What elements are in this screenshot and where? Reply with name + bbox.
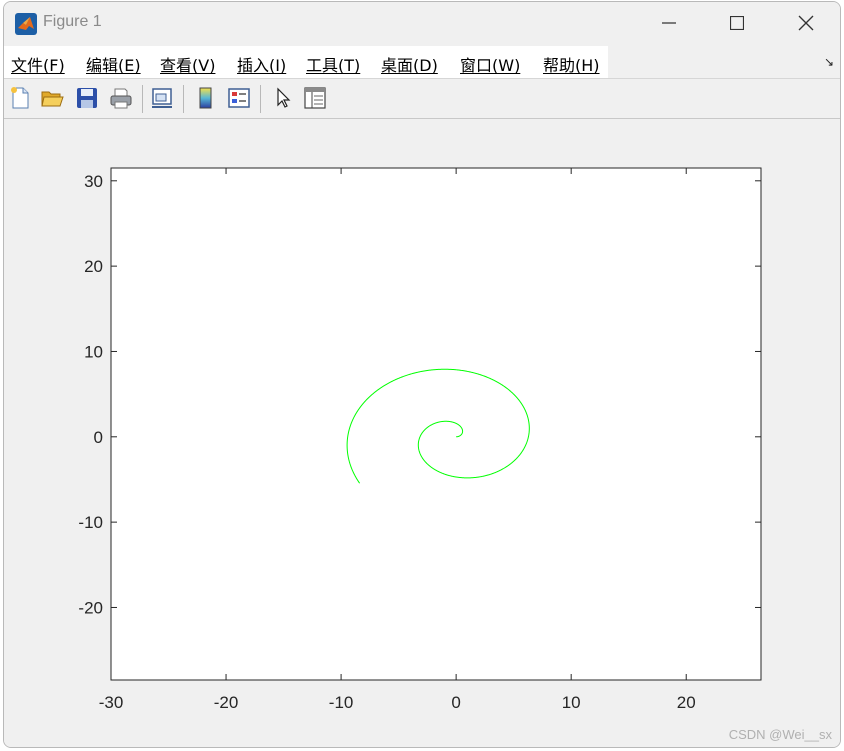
minimize-button[interactable]	[635, 2, 703, 44]
pointer-arrow-icon	[277, 87, 291, 108]
close-button[interactable]	[772, 2, 840, 44]
new-figure-button[interactable]	[7, 85, 33, 111]
axes-background	[111, 168, 761, 680]
property-inspector-icon	[304, 87, 326, 109]
maximize-icon	[730, 16, 744, 30]
save-button[interactable]	[74, 85, 100, 111]
x-tick-label: -30	[99, 693, 124, 712]
property-inspector-button[interactable]	[302, 85, 328, 111]
menu-desktop[interactable]: 桌面(D)	[381, 52, 438, 76]
link-plot-button[interactable]	[149, 85, 175, 111]
legend-icon	[228, 88, 250, 108]
figure-window: Figure 1 文件(F) 编辑(E) 查看(V) 插入(I) 工具(T) 桌…	[3, 1, 841, 748]
menu-bar: 文件(F) 编辑(E) 查看(V) 插入(I) 工具(T) 桌面(D) 窗口(W…	[4, 46, 840, 79]
menu-window[interactable]: 窗口(W)	[460, 52, 520, 76]
x-tick-label: 10	[562, 693, 581, 712]
minimize-icon	[662, 22, 676, 24]
dock-arrow-icon[interactable]: ↘	[824, 55, 834, 69]
open-folder-icon	[41, 91, 64, 107]
y-tick-label: -20	[78, 598, 103, 617]
menu-insert[interactable]: 插入(I)	[237, 52, 286, 76]
y-tick-label: 20	[84, 257, 103, 276]
watermark: CSDN @Wei__sx	[728, 727, 832, 742]
toolbar	[4, 79, 840, 119]
figure-canvas[interactable]: -30 -20 -10 0 10 20 -20 -10 0 10 20 30	[4, 119, 841, 748]
y-tick-label: -10	[78, 513, 103, 532]
new-file-icon	[11, 87, 29, 109]
close-icon	[798, 15, 814, 31]
x-tick-label: 0	[451, 693, 460, 712]
save-icon	[77, 88, 97, 108]
y-tick-label: 30	[84, 172, 103, 191]
x-tick-label: -10	[329, 693, 354, 712]
open-file-button[interactable]	[39, 85, 65, 111]
menu-edit[interactable]: 编辑(E)	[86, 52, 141, 76]
menu-file[interactable]: 文件(F)	[11, 52, 65, 76]
menu-strip: 文件(F) 编辑(E) 查看(V) 插入(I) 工具(T) 桌面(D) 窗口(W…	[4, 46, 608, 78]
menu-help[interactable]: 帮助(H)	[543, 52, 600, 76]
toolbar-separator	[142, 85, 143, 113]
title-bar[interactable]: Figure 1	[4, 2, 840, 44]
colorbar-button[interactable]	[193, 85, 219, 111]
legend-button[interactable]	[226, 85, 252, 111]
matlab-logo-icon	[15, 13, 37, 35]
window-title: Figure 1	[43, 13, 102, 30]
link-plot-icon	[152, 88, 172, 108]
y-tick-label: 10	[84, 342, 103, 361]
menu-view[interactable]: 查看(V)	[160, 52, 215, 76]
print-icon	[110, 88, 132, 109]
select-button[interactable]	[270, 85, 296, 111]
menu-tools[interactable]: 工具(T)	[306, 52, 360, 76]
colorbar-icon	[199, 87, 212, 109]
print-button[interactable]	[108, 85, 134, 111]
toolbar-separator	[260, 85, 261, 113]
x-tick-label: 20	[677, 693, 696, 712]
toolbar-separator	[183, 85, 184, 113]
y-tick-label: 0	[94, 428, 103, 447]
x-tick-label: -20	[214, 693, 239, 712]
maximize-button[interactable]	[703, 2, 771, 44]
plot-axes[interactable]: -30 -20 -10 0 10 20 -20 -10 0 10 20 30	[4, 119, 841, 748]
